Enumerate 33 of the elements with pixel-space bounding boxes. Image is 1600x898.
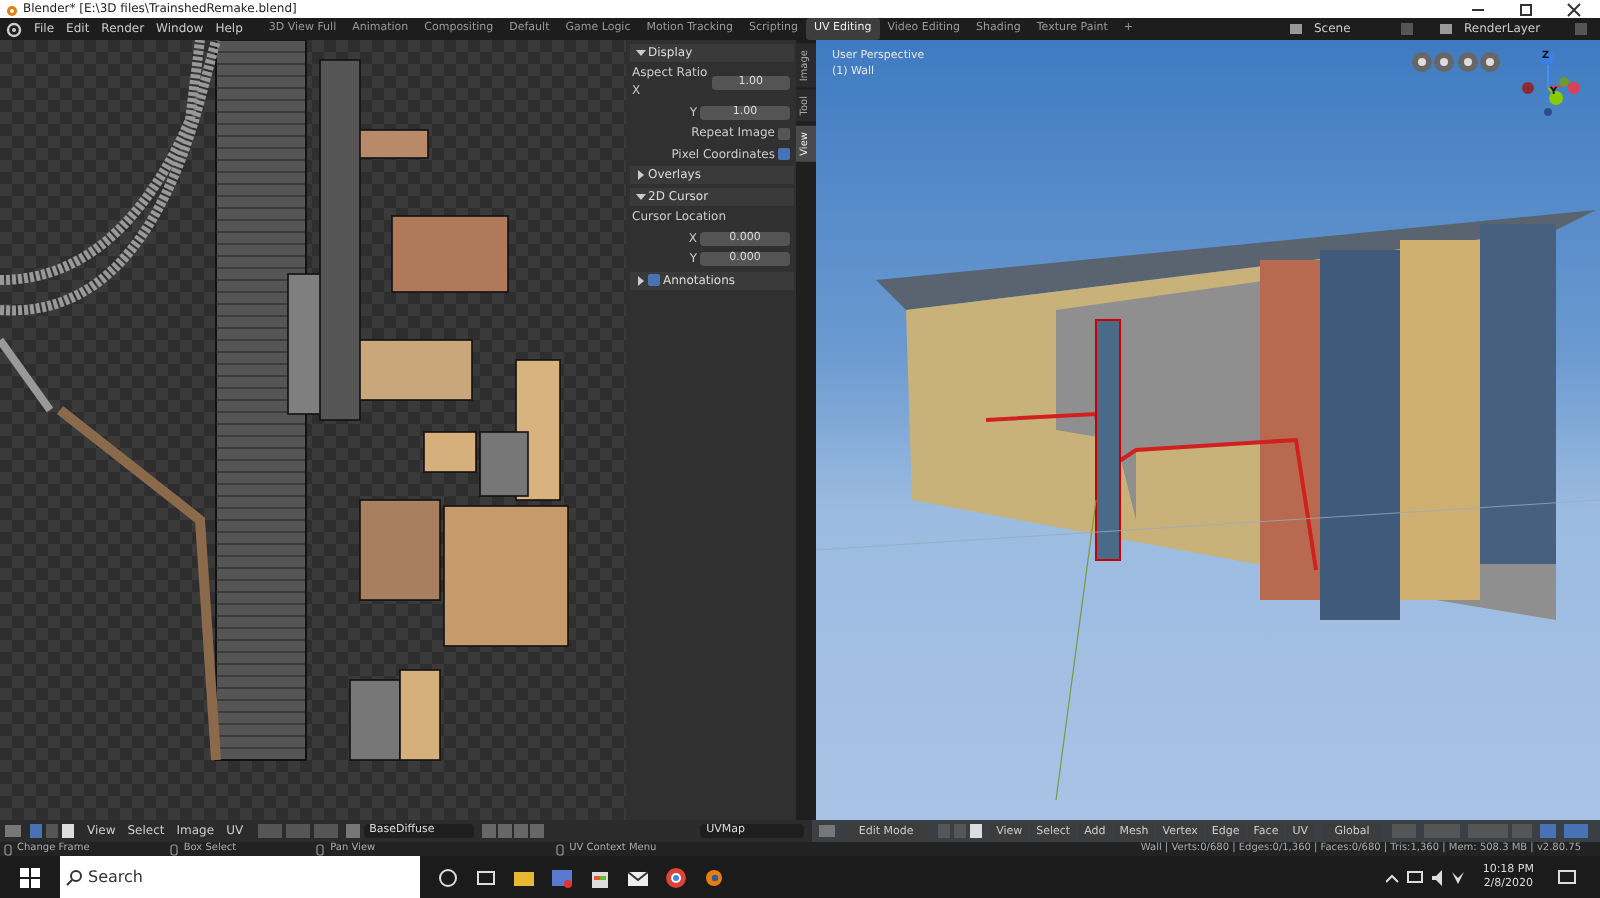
collapsed-arrow-icon[interactable]: [635, 170, 645, 180]
expanded-arrow-icon[interactable]: [635, 47, 645, 57]
mouse-icon: [316, 843, 325, 855]
checkbox[interactable]: [648, 274, 660, 286]
editor-type-icon[interactable]: [3, 824, 21, 838]
checkbox[interactable]: [778, 127, 790, 139]
mouse-icon: [169, 843, 178, 855]
notification-icon[interactable]: [1558, 869, 1576, 885]
search-icon: [66, 869, 82, 885]
browser-icon[interactable]: [666, 867, 686, 887]
collapsed-arrow-icon[interactable]: [635, 275, 645, 285]
checkbox[interactable]: [778, 148, 790, 160]
scene-icon[interactable]: [1288, 22, 1304, 36]
close-icon[interactable]: [1565, 1, 1581, 17]
windows-start-icon[interactable]: [20, 867, 40, 887]
mouse-icon: [3, 843, 11, 855]
overlay-toggles-icon[interactable]: [1512, 824, 1592, 838]
selection-mode-icon[interactable]: [29, 824, 73, 838]
envelope-icon[interactable]: [628, 867, 648, 887]
expanded-arrow-icon[interactable]: [635, 191, 645, 201]
image-actions-icon[interactable]: [481, 824, 546, 838]
image-icon[interactable]: [345, 824, 360, 838]
view-layer-icon[interactable]: [1438, 22, 1454, 36]
selection-mode-icon[interactable]: [938, 824, 983, 838]
mail-icon[interactable]: [552, 867, 572, 887]
blender-logo-icon[interactable]: [704, 867, 724, 887]
folder-icon[interactable]: [514, 867, 534, 887]
mouse-icon: [555, 843, 564, 855]
task-view-icon[interactable]: [438, 867, 458, 887]
search-field[interactable]: Search: [60, 856, 420, 898]
restore-icon[interactable]: [1517, 1, 1533, 17]
system-tray-icon[interactable]: [1386, 869, 1467, 885]
timeline-icon[interactable]: [476, 867, 496, 887]
